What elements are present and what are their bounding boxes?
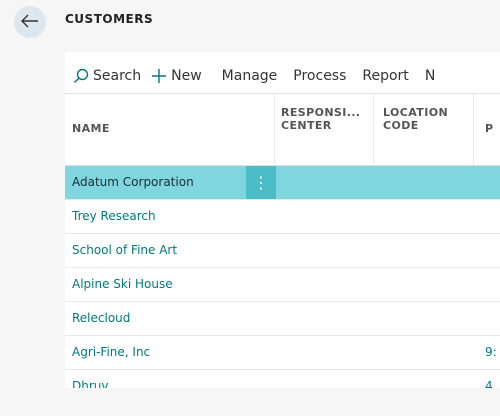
table-row[interactable]: Relecloud [65, 302, 500, 336]
customer-name-link[interactable]: Adatum Corporation [72, 175, 194, 189]
column-header-name-label: NAME [72, 122, 110, 135]
customer-name-link[interactable]: Dhruv [72, 379, 109, 388]
arrow-left-icon [21, 13, 39, 32]
toolbar-divider [65, 93, 500, 94]
table-row[interactable]: Adatum Corporation ⋮ [65, 166, 500, 200]
column-header-line: LOCATION [383, 106, 449, 119]
column-divider [473, 94, 474, 172]
table-row[interactable]: Alpine Ski House [65, 268, 500, 302]
report-label: Report [362, 68, 409, 84]
more-vertical-icon: ⋮ [253, 173, 269, 192]
column-divider [274, 94, 275, 172]
table-row[interactable]: School of Fine Art [65, 234, 500, 268]
manage-menu[interactable]: Manage [222, 68, 278, 84]
customer-name-link[interactable]: Agri-Fine, Inc [72, 345, 150, 359]
customer-name-link[interactable]: Trey Research [72, 209, 156, 223]
new-button[interactable]: New [151, 68, 202, 84]
search-button[interactable]: Search [73, 68, 141, 84]
report-menu[interactable]: Report [362, 68, 408, 84]
table-row[interactable]: Agri-Fine, Inc 9: [65, 336, 500, 370]
column-header-partial-label: P [485, 122, 494, 135]
list-panel: Search New Manage Process Report N NAME … [65, 52, 500, 388]
column-header-responsibility-center[interactable]: RESPONSI... CENTER [281, 106, 360, 132]
column-header-line: CENTER [281, 119, 332, 132]
search-label: Search [93, 68, 142, 84]
action-bar: Search New Manage Process Report N [65, 60, 500, 92]
manage-label: Manage [221, 68, 278, 84]
column-header-line: CODE [383, 119, 419, 132]
customer-list: Adatum Corporation ⋮ Trey Research Schoo… [65, 166, 500, 388]
cell-partial: 4. [485, 379, 497, 388]
cell-partial: 9: [485, 345, 497, 359]
column-header-partial[interactable]: P [485, 122, 493, 135]
table-row[interactable]: Trey Research [65, 200, 500, 234]
customer-name-link[interactable]: School of Fine Art [72, 243, 177, 257]
process-menu[interactable]: Process [293, 68, 346, 84]
page-title: CUSTOMERS [65, 12, 154, 26]
search-icon [73, 68, 89, 84]
row-actions-button[interactable]: ⋮ [246, 166, 276, 199]
back-button[interactable] [14, 6, 46, 38]
column-header-name[interactable]: NAME [72, 122, 110, 135]
process-label: Process [293, 68, 347, 84]
column-divider [373, 94, 374, 172]
customer-name-link[interactable]: Relecloud [72, 311, 130, 325]
customer-name-link[interactable]: Alpine Ski House [72, 277, 173, 291]
table-row[interactable]: Dhruv 4. [65, 370, 500, 388]
column-header-location-code[interactable]: LOCATION CODE [383, 106, 448, 132]
column-header-line: RESPONSI... [281, 106, 361, 119]
plus-icon [151, 68, 167, 84]
more-actions-label: N [424, 68, 436, 84]
new-label: New [171, 68, 202, 84]
more-actions-menu[interactable]: N [425, 68, 435, 84]
